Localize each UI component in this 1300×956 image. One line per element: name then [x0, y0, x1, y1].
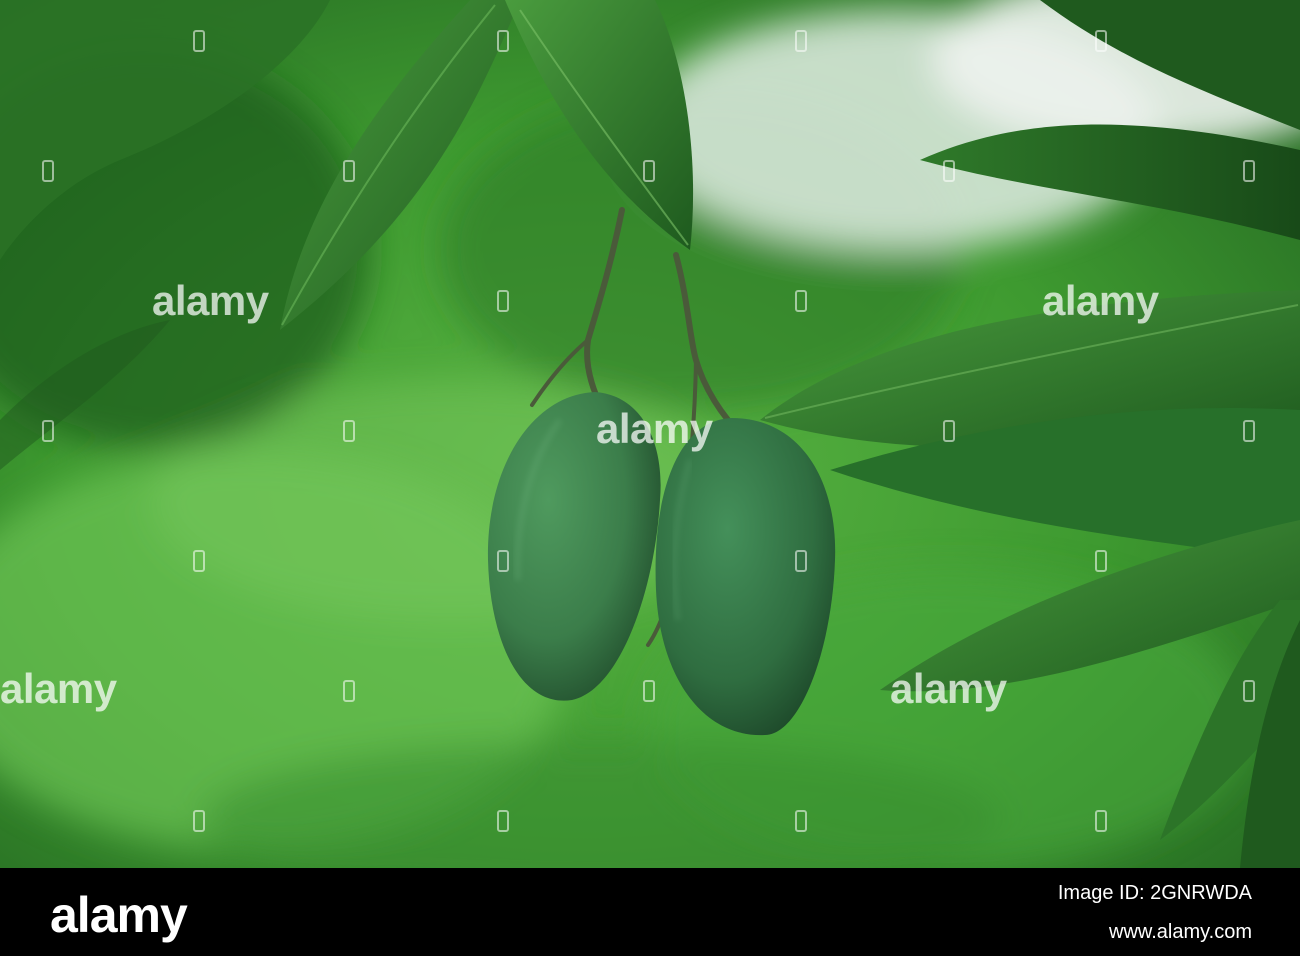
watermark-mark — [795, 550, 807, 572]
watermark-mark — [42, 160, 54, 182]
watermark-mark — [1095, 550, 1107, 572]
watermark-mark — [193, 30, 205, 52]
watermark-text: alamy — [152, 277, 269, 324]
watermark-mark — [943, 160, 955, 182]
brand-logo: alamy — [50, 887, 188, 943]
watermark-mark — [343, 680, 355, 702]
watermark-mark — [1095, 810, 1107, 832]
watermark-mark — [497, 810, 509, 832]
watermark-mark — [1243, 680, 1255, 702]
watermark-text: alamy — [596, 405, 713, 452]
watermark-mark — [193, 810, 205, 832]
watermark-mark — [1243, 420, 1255, 442]
site-url: www.alamy.com — [1109, 921, 1252, 943]
watermark-mark — [343, 160, 355, 182]
watermark-mark — [1243, 160, 1255, 182]
watermark-mark — [193, 550, 205, 572]
watermark-mark — [1095, 30, 1107, 52]
watermark-mark — [795, 290, 807, 312]
watermark-mark — [643, 680, 655, 702]
watermark-mark — [643, 160, 655, 182]
image-id: Image ID: 2GNRWDA — [1057, 882, 1252, 904]
watermark-mark — [795, 30, 807, 52]
watermark-text: alamy — [1042, 277, 1159, 324]
watermark-mark — [497, 550, 509, 572]
watermark-text: alamy — [0, 665, 117, 712]
footer-bar: alamy Image ID: 2GNRWDA www.alamy.com — [0, 868, 1300, 956]
watermark-mark — [497, 290, 509, 312]
watermark-mark — [42, 420, 54, 442]
watermark-mark — [343, 420, 355, 442]
watermark-mark — [943, 420, 955, 442]
watermark-mark — [497, 30, 509, 52]
watermark-text: alamy — [890, 665, 1007, 712]
image-meta: Image ID: 2GNRWDA www.alamy.com — [1058, 882, 1252, 944]
photo: alamy alamy alamy alamy alamy — [0, 0, 1300, 868]
watermark-mark — [795, 810, 807, 832]
